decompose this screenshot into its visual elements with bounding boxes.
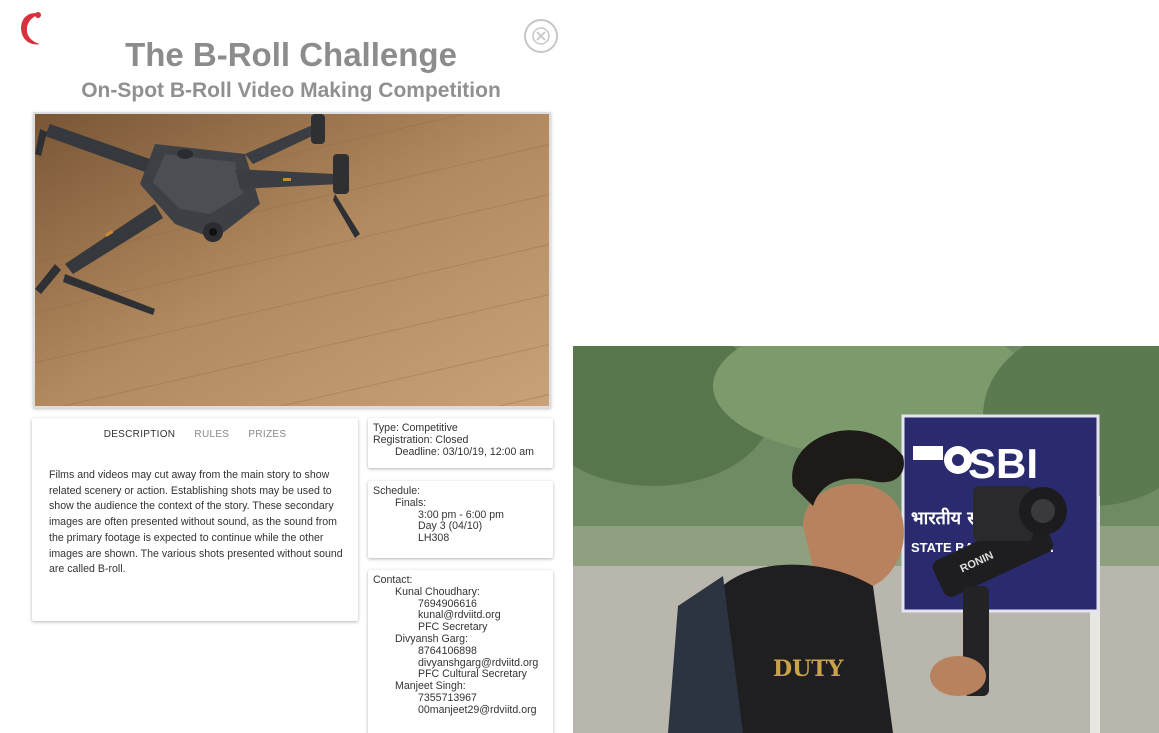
contact-name: Divyansh Garg: (395, 632, 469, 645)
tab-bar: DESCRIPTION RULES PRIZES (32, 429, 358, 440)
sbi-sign-text: SBI (968, 440, 1038, 487)
contact-card: Contact: Kunal Choudhary: 7694906616 kun… (368, 570, 553, 733)
page-title: The B-Roll Challenge (125, 36, 457, 73)
contact-phone[interactable]: 7355713967 (373, 692, 548, 705)
contact-name: Kunal Choudhary: (395, 585, 480, 598)
tab-rules[interactable]: RULES (194, 429, 229, 440)
tab-prizes[interactable]: PRIZES (248, 429, 286, 440)
event-photo: SBI भारतीय स्टेट बैंक STATE BANK OF INDI… (573, 346, 1159, 733)
event-info-card: Type: Competitive Registration: Closed D… (368, 418, 553, 468)
description-card: DESCRIPTION RULES PRIZES Films and video… (32, 418, 358, 621)
shirt-text: DUTY (773, 656, 844, 682)
contact-email[interactable]: 00manjeet29@rdviitd.org (373, 704, 548, 717)
registration-status: Registration: Closed (373, 433, 469, 446)
schedule-round: Finals: (395, 496, 427, 509)
tab-description[interactable]: DESCRIPTION (104, 429, 176, 440)
registration-deadline: Deadline: 03/10/19, 12:00 am (395, 445, 534, 458)
hero-image (33, 112, 551, 408)
schedule-day: Day 3 (04/10) (418, 520, 483, 533)
schedule-venue: LH308 (418, 532, 450, 545)
schedule-card: Schedule: Finals: 3:00 pm - 6:00 pm Day … (368, 481, 553, 558)
contact-phone[interactable]: 8764106898 (373, 645, 548, 658)
description-text: Films and videos may cut away from the m… (49, 469, 343, 576)
page-subtitle: On-Spot B-Roll Video Making Competition (81, 79, 501, 102)
